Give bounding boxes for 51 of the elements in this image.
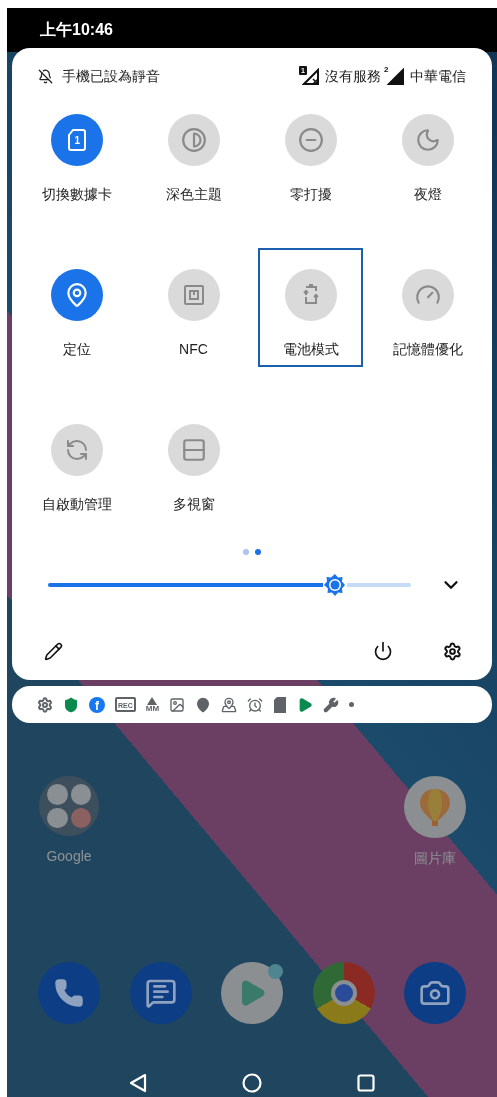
minus-circle-icon [297, 127, 324, 153]
quick-setting-tile[interactable]: 自啟動管理 [24, 403, 129, 522]
tile-toggle[interactable] [401, 114, 454, 166]
quick-setting-tile[interactable]: 零打擾 [258, 93, 363, 212]
quick-setting-tile[interactable]: 記憶體優化 [375, 248, 480, 367]
carrier-status: 沒有服務 [325, 66, 381, 86]
tile-toggle[interactable] [167, 269, 220, 321]
tile-toggle[interactable] [167, 424, 220, 476]
app-label: 圖片庫 [414, 849, 456, 868]
quick-setting-tile[interactable]: 1 切換數據卡 [24, 93, 129, 212]
moon-icon [414, 127, 441, 153]
tile-toggle[interactable] [50, 269, 103, 321]
split-window-icon [180, 437, 207, 463]
nfc-icon [181, 283, 206, 307]
brightness-slider[interactable] [48, 573, 411, 597]
bell-off-icon [38, 68, 53, 84]
gear-icon [37, 696, 53, 713]
tile-toggle[interactable] [401, 269, 454, 321]
carrier-status: 中華電信 [410, 66, 466, 86]
wrench-icon [323, 696, 340, 713]
home-icon[interactable] [242, 1073, 262, 1093]
edit-pencil-icon[interactable] [44, 641, 63, 661]
settings-icon[interactable] [443, 641, 462, 661]
clock-time: 上午10:46 [40, 21, 113, 38]
back-icon[interactable] [129, 1073, 147, 1093]
image-icon [169, 696, 186, 713]
tile-toggle[interactable] [167, 114, 220, 166]
tile-toggle[interactable] [50, 424, 103, 476]
tile-toggle[interactable] [284, 269, 337, 321]
map-pin-icon [195, 696, 212, 713]
quick-setting-tile[interactable]: 定位 [24, 248, 129, 367]
contrast-icon [180, 127, 207, 153]
facebook-icon: f [89, 696, 105, 713]
power-icon[interactable] [373, 641, 393, 661]
ringer-status: 手機已設為靜音 [62, 66, 160, 86]
recents-icon[interactable] [357, 1074, 375, 1092]
quick-setting-tile[interactable]: 深色主題 [141, 93, 246, 212]
app-label: Google [46, 847, 92, 866]
quick-setting-tile[interactable]: 夜燈 [375, 93, 480, 212]
sim-card-icon [65, 128, 88, 152]
alarm-clock-icon [247, 696, 264, 713]
quick-setting-tile[interactable]: NFC [141, 248, 246, 367]
balloon-icon [418, 787, 452, 827]
play-icon [297, 696, 314, 713]
location-icon [221, 696, 238, 713]
tile-toggle[interactable]: 1 [50, 114, 103, 166]
shield-icon [63, 696, 79, 713]
quick-setting-tile[interactable]: 多視窗 [141, 403, 246, 522]
sd-card-icon [273, 696, 288, 713]
tile-toggle[interactable] [284, 114, 337, 166]
quick-setting-tile[interactable]: 電池模式 [258, 248, 363, 367]
